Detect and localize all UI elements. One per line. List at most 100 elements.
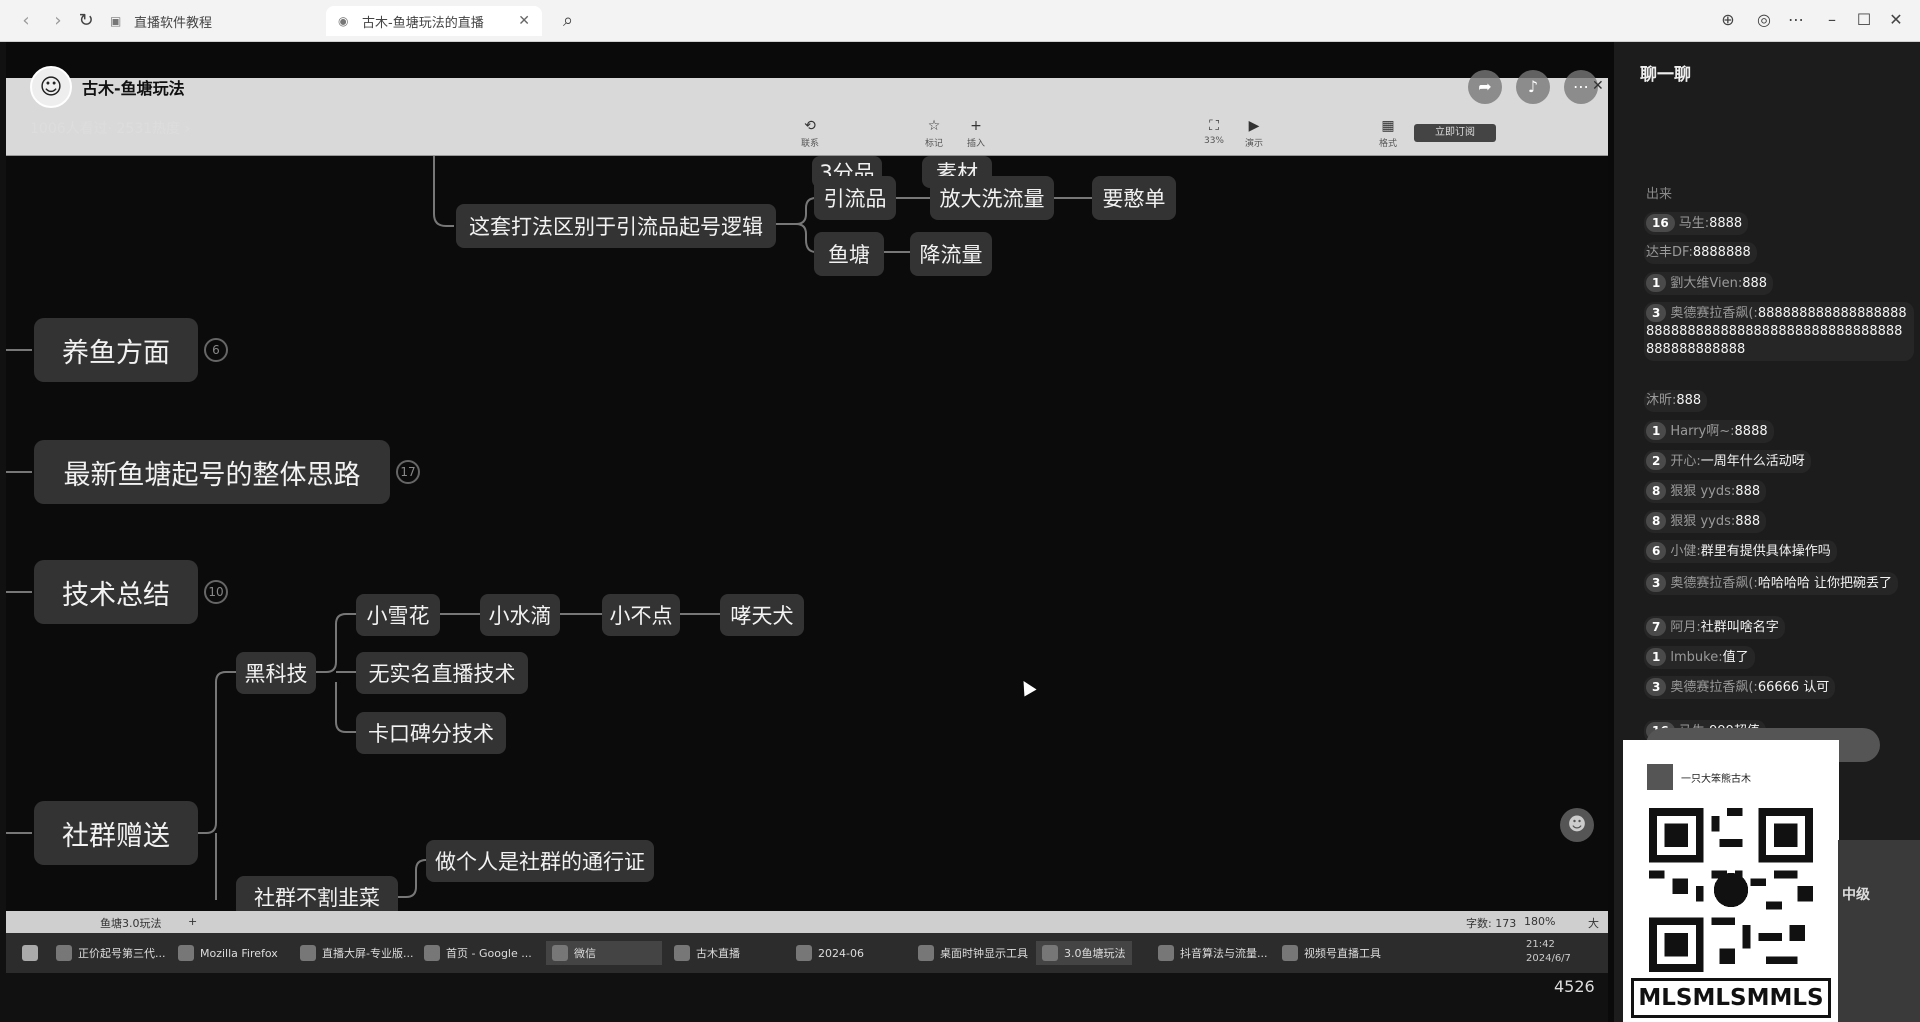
taskbar-item[interactable]: 桌面时钟显示工具 (918, 941, 1028, 965)
toolbar-present[interactable]: ▶ 演示 (1234, 118, 1274, 149)
tab-live[interactable]: ◉ 古木-鱼塘玩法的直播 ✕ (326, 6, 542, 36)
chat-username[interactable]: Harry啊~: (1670, 424, 1734, 439)
taskbar-item[interactable]: 视频号直播工具 (1282, 941, 1381, 965)
mindmap-node-kakou[interactable]: 卡口碑分技术 (356, 712, 506, 754)
fan-level-badge: 1 (1646, 648, 1667, 666)
avatar[interactable]: ☺ (30, 66, 72, 108)
taskbar-item[interactable]: 3.0鱼塘玩法 (1036, 941, 1132, 965)
chat-title: 聊一聊 (1640, 65, 1691, 85)
taskbar-item[interactable]: 微信 (546, 941, 662, 965)
chat-username[interactable]: 小健: (1670, 544, 1700, 559)
taskbar-item[interactable]: 首页 - Google ... (424, 941, 532, 965)
zoom-level[interactable]: 180% (1524, 915, 1555, 928)
taskbar-item[interactable]: Mozilla Firefox (178, 941, 278, 965)
more-icon[interactable]: ⋯ (1784, 10, 1808, 29)
mindmap-node-zhengti[interactable]: 最新鱼塘起号的整体思路 (34, 440, 390, 504)
mindmap-node-yangyu[interactable]: 养鱼方面 (34, 318, 198, 382)
clock-date[interactable]: 2024/6/7 (1526, 953, 1571, 964)
chat-username[interactable]: 阿月: (1670, 620, 1700, 635)
chat-text: 8888 (1734, 424, 1768, 439)
mindmap-node-xiaotianquan[interactable]: 哮天犬 (720, 594, 804, 636)
chat-message[interactable]: 2 开心:一周年什么活动呀 (1644, 450, 1811, 473)
tab-tutorial[interactable]: ▣ 直播软件教程 (110, 6, 320, 36)
toolbar-mark[interactable]: ☆ 标记 (914, 118, 954, 149)
toolbar-insert[interactable]: + 插入 (956, 118, 996, 149)
child-count-badge[interactable]: 6 (204, 338, 228, 362)
chat-message[interactable]: 8 狠狠 yyds:888 (1644, 480, 1767, 503)
chat-message[interactable]: 1 lmbuke:值了 (1644, 646, 1755, 669)
taskbar-item[interactable]: 抖音算法与流量... (1158, 941, 1268, 965)
video-stage[interactable]: ⟲ 联系 ☆ 标记 + 插入 ⛶ 33% ▶ 演示 ▦ 格式 立即订阅 ☺ 古木-鱼塘玩法 … (6, 42, 1614, 1022)
chat-username[interactable]: 狠狠 yyds: (1670, 484, 1735, 499)
mindmap-node-logic[interactable]: 这套打法区别于引流品起号逻辑 (456, 204, 776, 248)
mindmap-node-yutang[interactable]: 鱼塘 (814, 232, 884, 276)
chat-username[interactable]: 奥德赛拉香飙(: (1670, 306, 1757, 321)
toolbar-contact[interactable]: ⟲ 联系 (790, 118, 830, 149)
chat-message[interactable]: 3 奥德赛拉香飙(:66666 认可 (1644, 676, 1836, 699)
chat-username[interactable]: lmbuke: (1670, 650, 1722, 665)
taskbar-item[interactable]: 正价起号第三代... (56, 941, 166, 965)
reload-icon[interactable]: ↻ (74, 10, 98, 31)
mindmap-node-xiaobudian[interactable]: 小不点 (602, 594, 680, 636)
mindmap-node-yinliu[interactable]: 引流品 (814, 176, 896, 220)
close-window-icon[interactable]: ✕ (1884, 10, 1908, 29)
back-icon[interactable]: ‹ (14, 10, 38, 31)
chat-message[interactable]: 16 马生:8888 (1644, 212, 1749, 235)
mindmap-canvas[interactable]: 3分品 素材 这套打法区别于引流品起号逻辑 引流品 放大洗流量 要憨单 鱼塘 降… (6, 156, 1608, 953)
chat-message[interactable]: 3 奥德赛拉香飙(:8888888888888888888888888888888… (1644, 302, 1914, 361)
chat-username[interactable]: 狠狠 yyds: (1670, 514, 1735, 529)
search-icon[interactable]: ⌕ (556, 10, 580, 31)
chat-username[interactable]: 沐昕: (1646, 393, 1676, 408)
mindmap-node-yaohan[interactable]: 要憨单 (1092, 176, 1176, 220)
mindmap-node-heikeji[interactable]: 黑科技 (236, 652, 316, 694)
chat-username[interactable]: 奥德赛拉香飙(: (1670, 680, 1757, 695)
mindmap-node-xiaoshuidi[interactable]: 小水滴 (480, 594, 560, 636)
chat-message[interactable]: 达丰DF:8888888 (1644, 242, 1757, 264)
mindmap-node-jishu[interactable]: 技术总结 (34, 560, 198, 624)
toolbar-label: 标记 (924, 139, 943, 149)
close-overlay-icon[interactable]: ✕ (1592, 78, 1604, 94)
chat-message[interactable]: 1 劉大维Vien:888 (1644, 272, 1774, 295)
chat-message[interactable]: 7 阿月:社群叫啥名字 (1644, 616, 1785, 639)
close-tab-icon[interactable]: ✕ (518, 13, 530, 29)
chat-username[interactable]: 开心: (1670, 454, 1700, 469)
add-sheet-icon[interactable]: + (188, 915, 197, 928)
mindmap-node-zuogeren[interactable]: 做个人是社群的通行证 (426, 840, 654, 882)
mindmap-node-wushiming[interactable]: 无实名直播技术 (356, 652, 528, 694)
chat-message[interactable]: 沐昕:888 (1644, 390, 1708, 412)
mindmap-node-jiang[interactable]: 降流量 (910, 232, 992, 276)
toolbar-format[interactable]: ▦ 格式 (1368, 118, 1408, 149)
viewer-stats[interactable]: 1006人看过· 2531热度 › (30, 118, 190, 138)
taskbar-item[interactable]: 古木直播 (674, 941, 740, 965)
chat-message[interactable]: 8 狠狠 yyds:888 (1644, 510, 1767, 533)
child-count-badge[interactable]: 17 (396, 460, 420, 484)
chat-username[interactable]: 达丰DF: (1646, 245, 1693, 260)
globe-icon[interactable]: ◎ (1752, 10, 1776, 29)
chat-username[interactable]: 劉大维Vien: (1670, 276, 1742, 291)
share-icon[interactable]: ➦ (1468, 70, 1502, 104)
start-icon[interactable] (22, 941, 38, 965)
taskbar-item[interactable]: 2024-06 (796, 941, 864, 965)
chat-username[interactable]: 马生: (1679, 216, 1709, 231)
taskbar-item[interactable]: 直播大屏-专业版... (300, 941, 413, 965)
mindmap-node-xiaoxuehua[interactable]: 小雪花 (356, 594, 440, 636)
clock-time[interactable]: 21:42 (1526, 939, 1555, 950)
mindmap-node-fangda[interactable]: 放大洗流量 (930, 176, 1054, 220)
streamer-info[interactable]: ☺ 古木-鱼塘玩法 (30, 66, 185, 108)
chat-username[interactable]: 奥德赛拉香飙(: (1670, 576, 1757, 591)
forward-icon[interactable]: › (46, 10, 70, 31)
app-icon (674, 945, 690, 961)
sheet-tab[interactable]: 鱼塘3.0玩法 (100, 915, 162, 931)
subscribe-button[interactable]: 立即订阅 (1414, 124, 1496, 142)
maximize-icon[interactable]: ☐ (1852, 10, 1876, 29)
chat-message[interactable]: 1 Harry啊~:8888 (1644, 420, 1774, 443)
toolbar-zoom[interactable]: ⛶ 33% (1194, 118, 1234, 146)
mindmap-node-shequn[interactable]: 社群赠送 (34, 801, 198, 865)
minimize-icon[interactable]: – (1820, 10, 1844, 29)
download-icon[interactable]: ⊕ (1716, 10, 1740, 29)
volume-icon[interactable]: ♪ (1516, 70, 1550, 104)
assistant-robot-icon[interactable]: ☻ (1560, 808, 1594, 842)
child-count-badge[interactable]: 10 (204, 580, 228, 604)
chat-message[interactable]: 3 奥德赛拉香飙(:哈哈哈哈 让你把碗丢了 (1644, 572, 1898, 595)
chat-message[interactable]: 6 小健:群里有提供具体操作吗 (1644, 540, 1837, 563)
